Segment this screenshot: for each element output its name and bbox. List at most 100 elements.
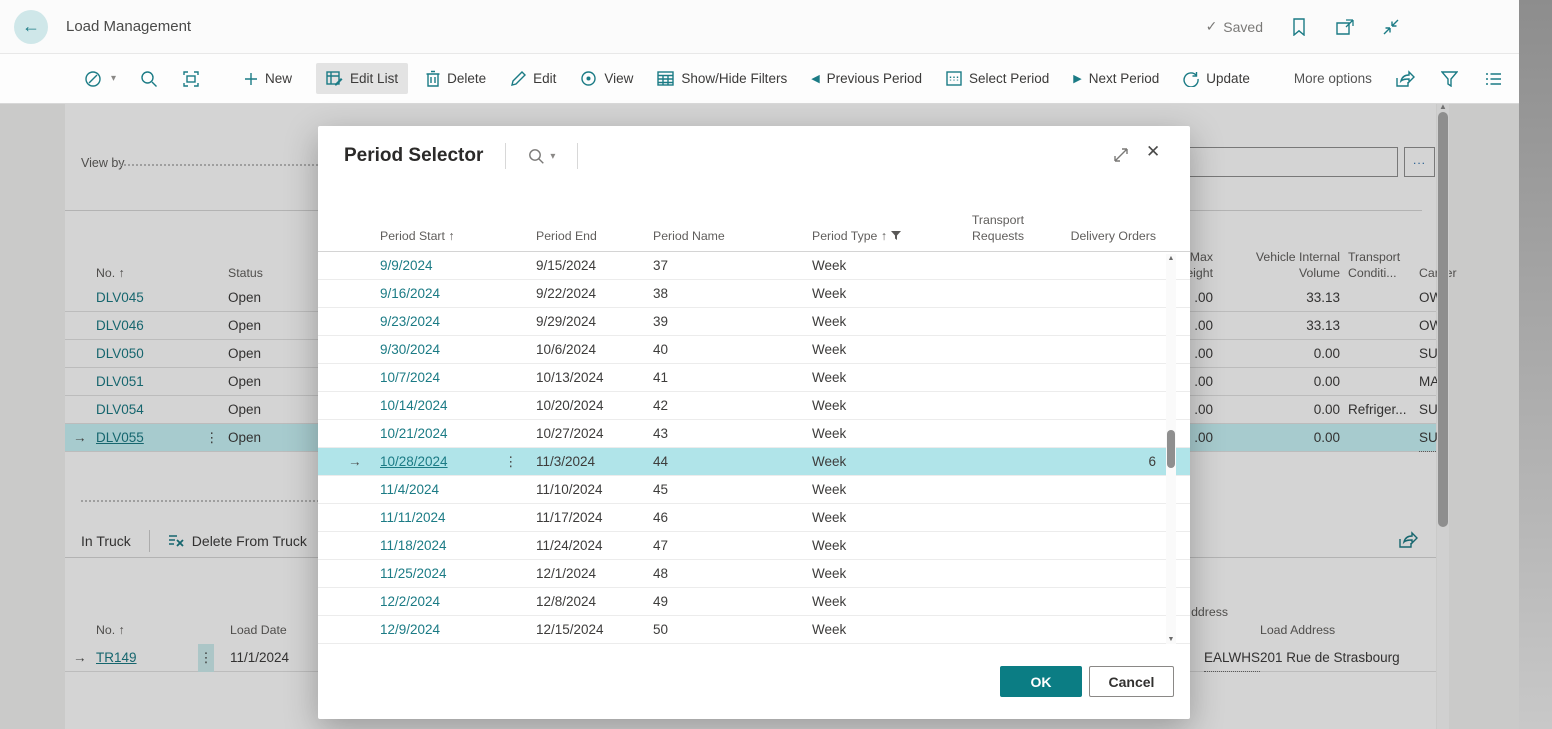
period-start-link[interactable]: 11/25/2024 [380, 560, 500, 588]
period-end: 10/13/2024 [536, 364, 648, 392]
period-name: 39 [653, 308, 753, 336]
period-name: 42 [653, 392, 753, 420]
next-period-button[interactable]: ▶Next Period [1073, 71, 1159, 86]
transport-requests [918, 560, 1024, 588]
col-transport-requests-l1[interactable]: Transport [918, 213, 1024, 227]
delete-button[interactable]: Delete [426, 70, 486, 87]
col-period-name[interactable]: Period Name [653, 229, 753, 243]
delivery-orders [1036, 252, 1156, 280]
app-window: ← Load Management ✓Saved ▾ New Edit List… [0, 0, 1552, 729]
delivery-orders [1036, 420, 1156, 448]
period-end: 12/15/2024 [536, 616, 648, 644]
row-selected-arrow [348, 280, 372, 308]
period-start-link[interactable]: 10/14/2024 [380, 392, 500, 420]
row-selected-arrow [348, 420, 372, 448]
view-button[interactable]: View [580, 70, 633, 87]
bookmark-icon[interactable] [1289, 17, 1309, 37]
expand-dialog-icon[interactable] [1112, 146, 1130, 169]
row-selected-arrow [348, 616, 372, 644]
col-delivery-orders[interactable]: Delivery Orders [1036, 229, 1156, 243]
period-end: 11/24/2024 [536, 532, 648, 560]
period-row[interactable]: 12/9/202412/15/202450Week [318, 616, 1190, 644]
period-row[interactable]: 9/16/20249/22/202438Week [318, 280, 1190, 308]
chevron-down-icon: ▾ [550, 151, 555, 162]
period-start-link[interactable]: 11/18/2024 [380, 532, 500, 560]
period-start-link[interactable]: 10/21/2024 [380, 420, 500, 448]
col-period-start[interactable]: Period Start ↑ [380, 229, 500, 243]
list-settings-icon[interactable] [1484, 69, 1504, 89]
update-button[interactable]: Update [1183, 71, 1250, 87]
edit-button[interactable]: Edit [510, 71, 556, 87]
new-button[interactable]: New [244, 71, 292, 86]
period-row[interactable]: 10/14/202410/20/202442Week [318, 392, 1190, 420]
col-period-end[interactable]: Period End [536, 229, 648, 243]
more-options-button[interactable]: More options [1294, 71, 1372, 86]
period-row[interactable]: 11/11/202411/17/202446Week [318, 504, 1190, 532]
transport-requests [918, 420, 1024, 448]
period-row[interactable]: 11/18/2024 11/24/202447 Week [318, 532, 1190, 560]
scroll-up-arrow[interactable]: ▲ [1166, 255, 1176, 262]
transport-requests [918, 588, 1024, 616]
ok-button[interactable]: OK [1000, 666, 1082, 697]
scrollbar-thumb[interactable] [1167, 430, 1175, 468]
row-menu-icon[interactable]: ⋮ [504, 448, 520, 476]
app-header: ← Load Management ✓Saved [0, 0, 1519, 54]
period-start-link[interactable]: 9/30/2024 [380, 336, 500, 364]
period-start-link[interactable]: 12/2/2024 [380, 588, 500, 616]
page-title: Load Management [66, 18, 191, 35]
edit-list-button[interactable]: Edit List [316, 63, 408, 94]
dialog-scrollbar[interactable]: ▲ ▼ [1166, 254, 1176, 644]
period-row[interactable]: 11/4/202411/10/202445Week [318, 476, 1190, 504]
row-selected-arrow: → [348, 448, 372, 476]
delivery-orders [1036, 616, 1156, 644]
view-options-button[interactable]: ▾ [84, 69, 116, 89]
dialog-title: Period Selector [344, 145, 483, 167]
period-row[interactable]: 9/23/20249/29/202439Week [318, 308, 1190, 336]
back-button[interactable]: ← [14, 10, 48, 44]
cancel-button[interactable]: Cancel [1089, 666, 1174, 697]
period-name: 49 [653, 588, 753, 616]
period-start-link[interactable]: 11/4/2024 [380, 476, 500, 504]
period-start-link[interactable]: 10/7/2024 [380, 364, 500, 392]
period-type: Week [812, 616, 932, 644]
previous-period-button[interactable]: ◀Previous Period [811, 71, 922, 86]
period-row[interactable]: 11/25/202412/1/202448Week [318, 560, 1190, 588]
action-toolbar: ▾ New Edit List Delete Edit View Show/Hi… [0, 54, 1519, 104]
period-start-link[interactable]: 9/9/2024 [380, 252, 500, 280]
period-name: 41 [653, 364, 753, 392]
close-dialog-icon[interactable]: ✕ [1146, 142, 1160, 162]
period-type: Week [812, 560, 932, 588]
analysis-mode-button[interactable] [182, 70, 200, 88]
delivery-orders [1036, 308, 1156, 336]
share-icon[interactable] [1396, 69, 1416, 89]
period-row[interactable]: 9/30/202410/6/202440Week [318, 336, 1190, 364]
period-row[interactable]: 9/9/20249/15/202437Week [318, 252, 1190, 280]
scroll-down-arrow[interactable]: ▼ [1166, 636, 1176, 643]
filter-icon[interactable] [1440, 69, 1460, 89]
dialog-search-button[interactable]: ▾ [528, 148, 555, 165]
row-menu-icon [504, 560, 520, 588]
select-period-button[interactable]: Select Period [946, 71, 1049, 86]
period-end: 9/22/2024 [536, 280, 648, 308]
period-row[interactable]: →10/28/2024⋮11/3/202444Week6 [318, 448, 1190, 476]
open-in-window-icon[interactable] [1335, 17, 1355, 37]
period-name: 47 [653, 532, 753, 560]
period-row[interactable]: 12/2/202412/8/202449Week [318, 588, 1190, 616]
period-row[interactable]: 10/7/202410/13/202441Week [318, 364, 1190, 392]
show-hide-filters-button[interactable]: Show/Hide Filters [657, 71, 787, 86]
col-transport-requests-l2[interactable]: Requests [918, 229, 1024, 243]
delivery-orders [1036, 560, 1156, 588]
period-row[interactable]: 10/21/202410/27/202443Week [318, 420, 1190, 448]
period-start-link[interactable]: 11/11/2024 [380, 504, 500, 532]
row-selected-arrow [348, 364, 372, 392]
col-period-type[interactable]: Period Type ↑ [812, 229, 901, 243]
period-start-link[interactable]: 12/9/2024 [380, 616, 500, 644]
period-start-link[interactable]: 9/23/2024 [380, 308, 500, 336]
search-button[interactable] [140, 70, 158, 88]
period-start-link[interactable]: 9/16/2024 [380, 280, 500, 308]
back-icon: ← [22, 16, 40, 37]
minimize-icon[interactable] [1381, 17, 1401, 37]
period-type: Week [812, 532, 932, 560]
period-end: 12/1/2024 [536, 560, 648, 588]
period-start-link[interactable]: 10/28/2024 [380, 448, 500, 476]
